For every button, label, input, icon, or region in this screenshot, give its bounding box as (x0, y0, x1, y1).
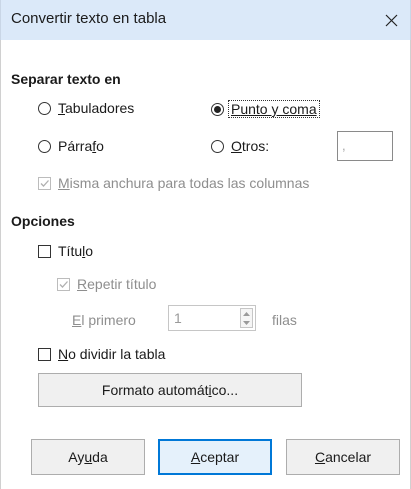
ok-label: Aceptar (190, 449, 240, 465)
radio-semicolon[interactable]: Punto y coma (211, 100, 320, 118)
radio-other-label: Otros: (231, 138, 270, 154)
equal-width-checkbox[interactable]: Misma anchura para todas las columnas (38, 175, 309, 191)
heading-label: Título (58, 243, 94, 259)
title-bar: Convertir texto en tabla (0, 0, 411, 40)
options-heading: Opciones (11, 213, 75, 229)
radio-other[interactable]: Otros: (211, 138, 269, 154)
radio-semicolon-label: Punto y coma (228, 100, 320, 118)
dialog-body: Separar texto en Tabuladores Punto y com… (0, 40, 411, 489)
close-icon (385, 14, 397, 26)
cancel-label: Cancelar (314, 449, 372, 465)
dialog-title: Convertir texto en tabla (11, 10, 167, 27)
repeat-heading-label: Repetir título (77, 276, 157, 292)
first-rows-label: El primero (72, 312, 136, 328)
dont-split-checkbox[interactable]: No dividir la tabla (38, 346, 165, 362)
help-label: Ayuda (68, 449, 108, 465)
first-rows-spinbox[interactable]: 1 (168, 305, 256, 331)
radio-paragraph-label: Párrafo (58, 138, 104, 154)
equal-width-checkbox-box[interactable] (38, 176, 51, 190)
equal-width-label: Misma anchura para todas las columnas (58, 175, 310, 191)
radio-other-indicator[interactable] (211, 139, 224, 153)
spin-down-icon[interactable] (241, 318, 252, 327)
first-rows-value: 1 (174, 310, 182, 326)
autoformat-label: Formato automático... (101, 382, 239, 398)
spin-up-icon[interactable] (241, 309, 252, 318)
radio-semicolon-indicator[interactable] (211, 102, 224, 116)
help-button[interactable]: Ayuda (31, 439, 145, 475)
repeat-heading-checkbox-box[interactable] (57, 277, 70, 291)
dont-split-label: No dividir la tabla (58, 346, 166, 362)
heading-checkbox[interactable]: Título (38, 243, 93, 259)
cancel-button[interactable]: Cancelar (286, 439, 400, 475)
spin-buttons (240, 308, 253, 328)
radio-paragraph[interactable]: Párrafo (38, 138, 104, 154)
autoformat-button[interactable]: Formato automático... (38, 373, 302, 407)
close-button[interactable] (372, 0, 410, 40)
repeat-heading-checkbox[interactable]: Repetir título (57, 276, 156, 292)
radio-paragraph-indicator[interactable] (38, 139, 51, 153)
radio-tabs-label: Tabuladores (58, 100, 135, 116)
checkmark-icon (40, 179, 49, 187)
ok-button[interactable]: Aceptar (158, 439, 272, 475)
separate-text-heading: Separar texto en (11, 71, 121, 87)
radio-tabs-indicator[interactable] (38, 101, 51, 115)
other-separator-input[interactable]: , (337, 131, 393, 161)
radio-tabs[interactable]: Tabuladores (38, 100, 134, 116)
heading-checkbox-box[interactable] (38, 244, 51, 258)
dont-split-checkbox-box[interactable] (38, 347, 51, 361)
checkmark-icon (59, 280, 68, 288)
rows-suffix-label: filas (272, 312, 297, 328)
